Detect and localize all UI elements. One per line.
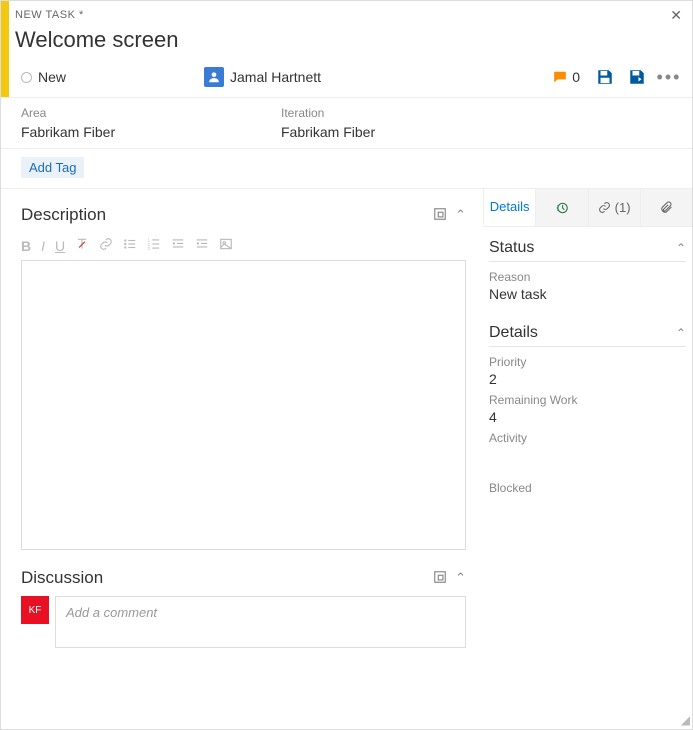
comment-count: 0 xyxy=(572,69,580,85)
remaining-work-value[interactable]: 4 xyxy=(489,409,686,425)
description-header: Description ⌃ xyxy=(21,205,466,225)
reason-value[interactable]: New task xyxy=(489,286,686,302)
meta-row: New Jamal Hartnett 0 ••• xyxy=(15,63,678,97)
resize-handle[interactable]: ◢ xyxy=(681,713,690,727)
rich-text-toolbar: B I U 123 xyxy=(21,233,466,260)
left-column: Description ⌃ B I U 123 xyxy=(1,189,482,664)
clear-format-button[interactable] xyxy=(75,237,89,254)
underline-button[interactable]: U xyxy=(55,238,65,254)
links-count: (1) xyxy=(615,200,631,215)
details-section-title: Details xyxy=(489,324,538,342)
details-section: Details ⌃ Priority 2 Remaining Work 4 Ac… xyxy=(483,312,692,499)
priority-value[interactable]: 2 xyxy=(489,371,686,387)
iteration-value: Fabrikam Fiber xyxy=(281,124,501,140)
remaining-work-label: Remaining Work xyxy=(489,393,686,407)
link-button[interactable] xyxy=(99,237,113,254)
assignee-avatar-icon xyxy=(204,67,224,87)
comment-icon xyxy=(552,70,568,84)
activity-label: Activity xyxy=(489,431,686,445)
tab-links[interactable]: (1) xyxy=(588,189,640,226)
right-tabs: Details (1) xyxy=(483,189,692,227)
work-item-header: ✕ NEW TASK * Welcome screen New Jamal Ha… xyxy=(1,1,692,97)
area-label: Area xyxy=(21,106,241,120)
assigned-to-field[interactable]: Jamal Hartnett xyxy=(204,67,546,87)
tab-details[interactable]: Details xyxy=(483,189,535,226)
add-tag-button[interactable]: Add Tag xyxy=(21,157,84,178)
history-icon xyxy=(555,201,569,215)
header-toolbar: ••• xyxy=(596,68,678,86)
tab-attachments[interactable] xyxy=(640,189,692,226)
comment-input[interactable]: Add a comment xyxy=(55,596,466,648)
maximize-discussion-icon[interactable] xyxy=(433,570,447,584)
collapse-discussion-button[interactable]: ⌃ xyxy=(455,570,466,586)
priority-label: Priority xyxy=(489,355,686,369)
svg-text:3: 3 xyxy=(148,246,151,251)
italic-button[interactable]: I xyxy=(41,238,45,254)
numbered-list-button[interactable]: 123 xyxy=(147,237,161,254)
discussion-header: Discussion ⌃ xyxy=(21,568,466,588)
work-item-type-label: NEW TASK * xyxy=(15,9,678,21)
links-icon xyxy=(598,201,611,214)
bold-button[interactable]: B xyxy=(21,238,31,254)
description-editor[interactable] xyxy=(21,260,466,550)
discussion-title: Discussion xyxy=(21,568,103,588)
more-actions-button[interactable]: ••• xyxy=(660,68,678,86)
discussion-compose: KF Add a comment xyxy=(21,596,466,648)
refresh-button[interactable] xyxy=(628,68,646,86)
iteration-label: Iteration xyxy=(281,106,501,120)
classification-row: Area Fabrikam Fiber Iteration Fabrikam F… xyxy=(1,97,692,149)
comments-indicator[interactable]: 0 xyxy=(552,69,580,85)
work-item-title[interactable]: Welcome screen xyxy=(15,27,678,53)
outdent-button[interactable] xyxy=(171,237,185,254)
status-section-title: Status xyxy=(489,239,534,257)
collapse-description-button[interactable]: ⌃ xyxy=(455,207,466,223)
activity-value[interactable] xyxy=(489,447,686,463)
blocked-label: Blocked xyxy=(489,481,686,495)
current-user-avatar: KF xyxy=(21,596,49,624)
assignee-name: Jamal Hartnett xyxy=(230,69,321,85)
close-button[interactable]: ✕ xyxy=(670,7,682,24)
state-indicator-icon xyxy=(21,72,32,83)
image-button[interactable] xyxy=(219,237,233,254)
save-button[interactable] xyxy=(596,68,614,86)
work-item-body: Description ⌃ B I U 123 xyxy=(1,189,692,664)
status-section: Status ⌃ Reason New task xyxy=(483,227,692,312)
area-field[interactable]: Area Fabrikam Fiber xyxy=(21,106,241,140)
right-column: Details (1) Status ⌃ Reason New task Det… xyxy=(482,189,692,664)
reason-label: Reason xyxy=(489,270,686,284)
collapse-details-button[interactable]: ⌃ xyxy=(676,326,686,340)
description-title: Description xyxy=(21,205,106,225)
collapse-status-button[interactable]: ⌃ xyxy=(676,241,686,255)
type-color-bar xyxy=(1,1,9,97)
iteration-field[interactable]: Iteration Fabrikam Fiber xyxy=(281,106,501,140)
area-value: Fabrikam Fiber xyxy=(21,124,241,140)
tags-row: Add Tag xyxy=(1,149,692,189)
indent-button[interactable] xyxy=(195,237,209,254)
tab-history[interactable] xyxy=(535,189,587,226)
attachment-icon xyxy=(660,201,673,214)
state-value[interactable]: New xyxy=(38,69,198,85)
maximize-icon[interactable] xyxy=(433,207,447,221)
bullet-list-button[interactable] xyxy=(123,237,137,254)
